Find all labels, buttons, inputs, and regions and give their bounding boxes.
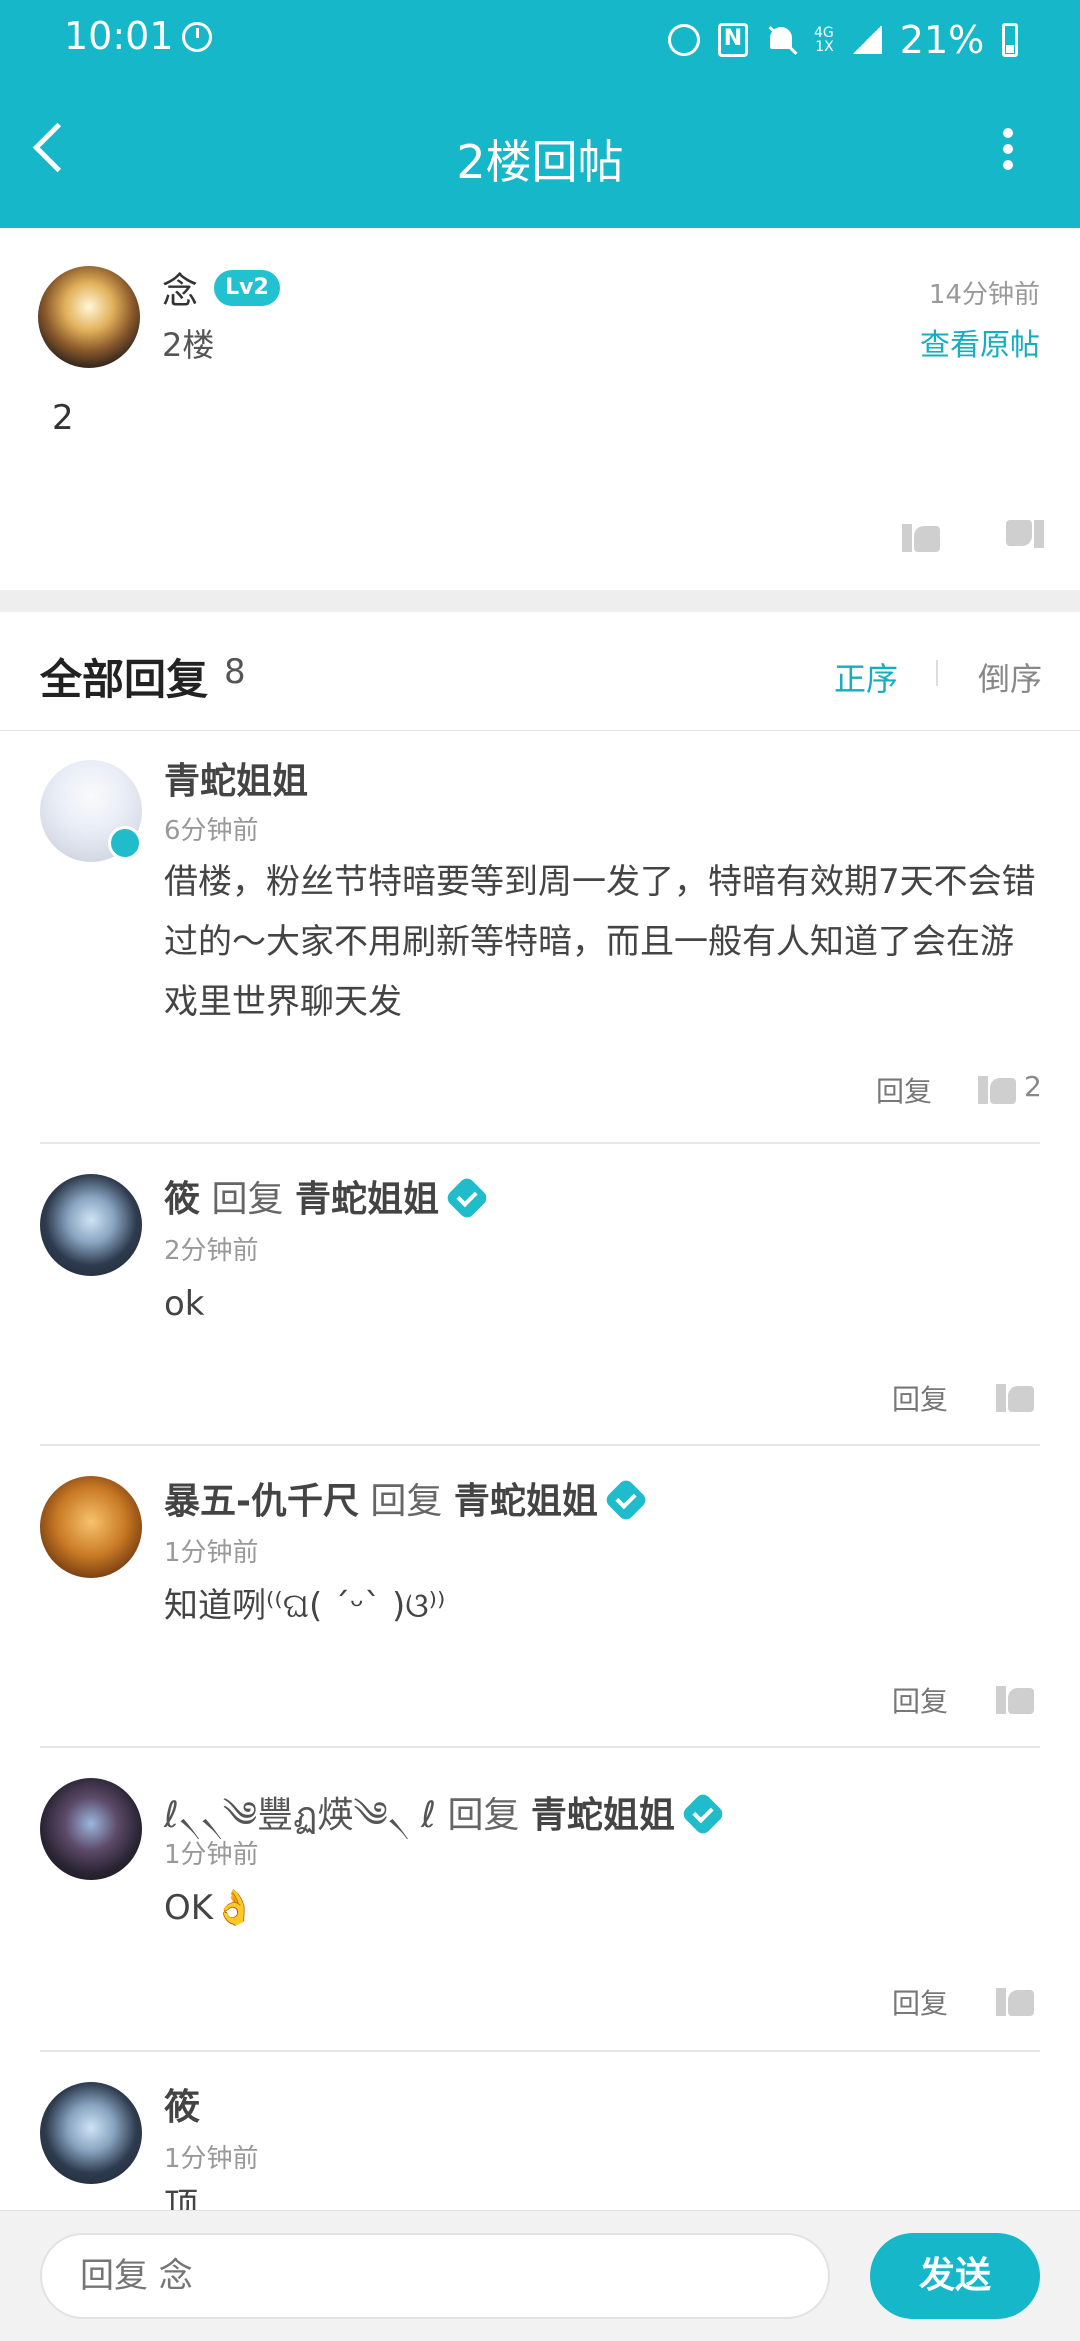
bell-muted-icon (766, 25, 796, 55)
reply-author[interactable]: 青蛇姐姐 (164, 752, 308, 804)
sort-ascending-tab[interactable]: 正序 (834, 654, 898, 700)
reply-button[interactable]: 回复 (876, 1070, 932, 1110)
app-header: 10:01 N 4G 1X 21% 2楼回帖 (0, 0, 1080, 228)
reply-item: 筱 回复 青蛇姐姐 2分钟前 ok 回复 (0, 1144, 1080, 1446)
battery-percent: 21% (899, 18, 985, 62)
reply-target[interactable]: 青蛇姐姐 (454, 1481, 598, 1522)
signal-icon (851, 26, 882, 54)
alarm-icon (668, 24, 700, 56)
network-type: 4G 1X (814, 25, 834, 55)
reply-content: 借楼，粉丝节特暗要等到周一发了，特暗有效期7天不会错过的～大家不用刷新等特暗，而… (164, 862, 1036, 1022)
reply-author-line: 筱 回复 青蛇姐姐 (164, 1170, 490, 1222)
timer-icon (182, 22, 212, 52)
thumbs-up-icon[interactable] (996, 1374, 1034, 1412)
sort-divider (936, 660, 938, 686)
post-author[interactable]: 念 (162, 262, 198, 314)
battery-icon (1002, 23, 1019, 57)
post-floor: 2楼 (162, 326, 215, 364)
status-icons: N 4G 1X 21% (668, 18, 1019, 62)
reply-input-bar: 发送 (0, 2210, 1080, 2341)
replies-title: 全部回复 (40, 655, 209, 704)
status-time: 10:01 (64, 14, 174, 58)
reply-item: ℓ৲৲༄豐ฏ煐༄৲ ℓ 回复 青蛇姐姐 1分钟前 OK👌 回复 (0, 1748, 1080, 2052)
nfc-icon: N (718, 23, 748, 57)
reply-content: OK👌 (164, 1888, 256, 1928)
reply-content: ok (164, 1284, 205, 1324)
view-original-link[interactable]: 查看原帖 (920, 320, 1040, 364)
avatar[interactable] (40, 1174, 142, 1276)
verified-icon (444, 1175, 490, 1221)
verified-icon (108, 826, 142, 860)
reply-author[interactable]: 筱 (164, 1179, 200, 1220)
thumbs-up-icon[interactable] (996, 1676, 1034, 1714)
reply-content: 知道咧⁽⁽ଘ( ˊᵕˋ )ଓ⁾⁾ (164, 1586, 446, 1626)
reply-target[interactable]: 青蛇姐姐 (531, 1795, 675, 1836)
thumbs-up-icon[interactable] (902, 514, 940, 552)
reply-to-word: 回复 (211, 1179, 284, 1220)
verified-icon (680, 1791, 726, 1837)
reply-to-word: 回复 (447, 1795, 520, 1836)
reply-content: 顶 (164, 2186, 198, 2210)
replies-count: 8 (224, 652, 246, 692)
reply-button[interactable]: 回复 (892, 1680, 948, 1720)
post-content: 2 (52, 398, 74, 438)
reply-target[interactable]: 青蛇姐姐 (295, 1179, 439, 1220)
section-divider (0, 590, 1080, 612)
reply-time: 1分钟前 (164, 1840, 259, 1870)
page-title: 2楼回帖 (456, 135, 624, 189)
reply-button[interactable]: 回复 (892, 1982, 948, 2022)
level-badge: Lv2 (214, 270, 280, 306)
avatar[interactable] (40, 1476, 142, 1578)
reply-button[interactable]: 回复 (892, 1378, 948, 1418)
verified-icon (603, 1477, 649, 1523)
sort-descending-tab[interactable]: 倒序 (978, 654, 1042, 700)
reply-item: 暴五-仇千尺 回复 青蛇姐姐 1分钟前 知道咧⁽⁽ଘ( ˊᵕˋ )ଓ⁾⁾ 回复 (0, 1446, 1080, 1748)
reply-item: 青蛇姐姐 6分钟前 借楼，粉丝节特暗要等到周一发了，特暗有效期7天不会错过的～大… (0, 730, 1080, 1144)
thumbs-up-icon[interactable] (978, 1066, 1016, 1104)
reply-input[interactable] (40, 2233, 830, 2319)
send-button[interactable]: 发送 (870, 2233, 1040, 2319)
reply-time: 2分钟前 (164, 1236, 259, 1266)
reply-time: 1分钟前 (164, 2144, 259, 2174)
reply-to-word: 回复 (370, 1481, 443, 1522)
thumbs-up-icon[interactable] (996, 1978, 1034, 2016)
like-count: 2 (1024, 1070, 1042, 1103)
avatar[interactable] (40, 1778, 142, 1880)
post-time: 14分钟前 (928, 280, 1040, 310)
reply-item: 筱 1分钟前 顶 (0, 2052, 1080, 2210)
reply-time: 1分钟前 (164, 1538, 259, 1568)
reply-author[interactable]: 暴五-仇千尺 (164, 1481, 359, 1522)
main-post: 念 Lv2 2楼 14分钟前 查看原帖 2 (0, 228, 1080, 590)
avatar[interactable] (38, 266, 140, 368)
reply-time: 6分钟前 (164, 816, 259, 846)
avatar[interactable] (40, 2082, 142, 2184)
reply-author[interactable]: 筱 (164, 2078, 200, 2130)
status-bar: 10:01 N 4G 1X 21% (0, 0, 1080, 82)
reply-author[interactable]: ℓ৲৲༄豐ฏ煐༄৲ ℓ (164, 1795, 436, 1836)
thumbs-down-icon[interactable] (1006, 520, 1044, 558)
reply-author-line: 暴五-仇千尺 回复 青蛇姐姐 (164, 1472, 649, 1524)
more-options-icon[interactable] (1000, 128, 1016, 178)
replies-header: 全部回复 8 正序 倒序 (0, 612, 1080, 731)
